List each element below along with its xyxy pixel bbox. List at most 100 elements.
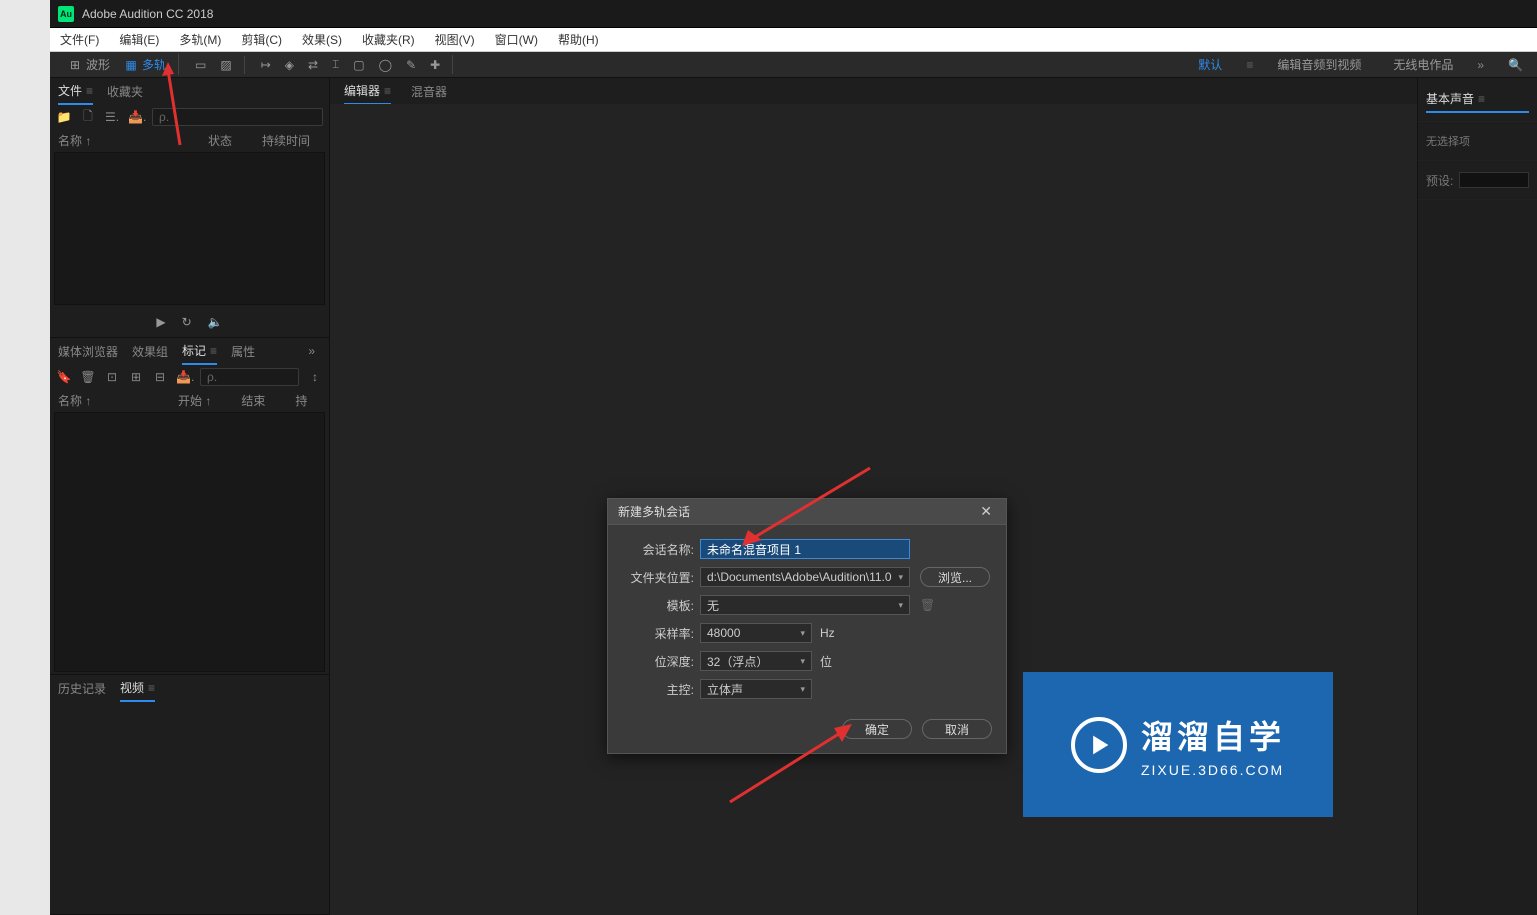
import-icon[interactable]: 📥. <box>128 110 144 124</box>
watermark-text: 溜溜自学 <box>1141 712 1285 758</box>
menu-multitrack[interactable]: 多轨(M) <box>169 27 231 52</box>
no-selection-label: 无选择项 <box>1426 130 1529 152</box>
tab-properties[interactable]: 属性 <box>231 339 255 364</box>
tool-slip-icon[interactable]: ⇄ <box>302 56 324 74</box>
marker-add-icon[interactable]: 🔖 <box>56 370 72 384</box>
workspace-edit-video[interactable]: 编辑音频到视频 <box>1269 54 1369 75</box>
tab-media-browser[interactable]: 媒体浏览器 <box>58 339 118 364</box>
tool-spectral-icon[interactable]: ▨ <box>214 56 237 74</box>
menu-favorites[interactable]: 收藏夹(R) <box>352 27 425 52</box>
tab-files[interactable]: 文件≡ <box>58 78 93 105</box>
template-dropdown[interactable]: 无▾ <box>700 595 910 615</box>
tool-brush-icon[interactable]: ✎ <box>400 56 422 74</box>
tab-markers[interactable]: 标记≡ <box>182 338 217 365</box>
tab-effects-rack[interactable]: 效果组 <box>132 339 168 364</box>
markers-list-body <box>54 412 325 672</box>
toolbar: ⊞ 波形 ▦ 多轨 ▭ ▨ ↦ ◈ ⇄ ⌶ ▢ ◯ ✎ ✚ 默认 ≡ 编辑音频到… <box>50 52 1537 78</box>
list-icon[interactable]: ☰. <box>104 110 120 124</box>
workspace-radio[interactable]: 无线电作品 <box>1385 54 1461 75</box>
col-duration[interactable]: 持续时间 <box>262 132 310 149</box>
left-column: 文件≡ 收藏夹 📁 🗋 ☰. 📥. ρ. 名称 ↑ 状态 持续时间 <box>50 78 330 915</box>
files-list-header: 名称 ↑ 状态 持续时间 <box>50 130 329 150</box>
play-icon[interactable]: ▶ <box>156 315 165 329</box>
search-icon[interactable]: 🔍 <box>1500 58 1531 72</box>
col-status[interactable]: 状态 <box>208 132 232 149</box>
master-dropdown[interactable]: 立体声▾ <box>700 679 812 699</box>
files-list-body <box>54 152 325 305</box>
files-panel: 文件≡ 收藏夹 📁 🗋 ☰. 📥. ρ. 名称 ↑ 状态 持续时间 <box>50 78 329 338</box>
tab-video[interactable]: 视频≡ <box>120 675 155 702</box>
marker-d-icon[interactable]: 📥. <box>176 370 192 384</box>
menu-edit[interactable]: 编辑(E) <box>109 27 169 52</box>
tool-heal-icon[interactable]: ✚ <box>424 56 446 74</box>
browse-button[interactable]: 浏览... <box>920 567 990 587</box>
preset-dropdown[interactable] <box>1459 172 1529 188</box>
autoplay-icon[interactable]: 🔈 <box>208 315 223 329</box>
waveform-mode-button[interactable]: ⊞ 波形 <box>62 54 116 75</box>
files-search-input[interactable]: ρ. <box>152 108 323 126</box>
marker-b-icon[interactable]: ⊞ <box>128 370 144 384</box>
bit-depth-unit: 位 <box>820 653 832 670</box>
menubar: 文件(F) 编辑(E) 多轨(M) 剪辑(C) 效果(S) 收藏夹(R) 视图(… <box>50 28 1537 52</box>
menu-view[interactable]: 视图(V) <box>425 27 485 52</box>
col-start[interactable]: 开始 ↑ <box>178 392 211 409</box>
cancel-button[interactable]: 取消 <box>922 719 992 739</box>
session-name-input[interactable] <box>700 539 910 559</box>
preview-controls: ▶ ↻ 🔈 <box>50 307 329 337</box>
folder-label: 文件夹位置: <box>622 569 694 586</box>
dialog-titlebar[interactable]: 新建多轨会话 ✕ <box>608 499 1006 525</box>
tab-history[interactable]: 历史记录 <box>58 676 106 701</box>
ok-button[interactable]: 确定 <box>842 719 912 739</box>
close-icon[interactable]: ✕ <box>976 503 996 520</box>
master-label: 主控: <box>622 681 694 698</box>
tab-essential-sound[interactable]: 基本声音≡ <box>1426 86 1529 113</box>
sample-rate-unit: Hz <box>820 626 835 640</box>
col-hold[interactable]: 持 <box>295 392 307 409</box>
preset-row: 预设: <box>1426 169 1529 191</box>
workspace-more-icon[interactable]: » <box>1477 58 1484 72</box>
right-column: 基本声音≡ 无选择项 预设: <box>1417 78 1537 915</box>
col-marker-name[interactable]: 名称 ↑ <box>58 392 148 409</box>
history-panel: 历史记录 视频≡ <box>50 675 329 915</box>
tool-marquee-icon[interactable]: ▢ <box>347 56 370 74</box>
menu-help[interactable]: 帮助(H) <box>548 27 609 52</box>
bit-depth-dropdown[interactable]: 32（浮点）▾ <box>700 651 812 671</box>
marker-sort-icon[interactable]: ↕ <box>307 370 323 384</box>
menu-clip[interactable]: 剪辑(C) <box>231 27 292 52</box>
folder-dropdown[interactable]: d:\Documents\Adobe\Audition\11.0▾ <box>700 567 910 587</box>
menu-lines-icon: ≡ <box>1246 58 1253 72</box>
tool-move-icon[interactable]: ↦ <box>255 56 277 74</box>
multitrack-mode-button[interactable]: ▦ 多轨 <box>118 54 172 75</box>
marker-trash-icon[interactable]: 🗑 <box>80 370 96 384</box>
multitrack-icon: ▦ <box>124 58 138 72</box>
menu-file[interactable]: 文件(F) <box>50 27 109 52</box>
open-file-icon[interactable]: 📁 <box>56 110 72 124</box>
tab-favorites[interactable]: 收藏夹 <box>107 79 143 104</box>
menu-window[interactable]: 窗口(W) <box>485 27 548 52</box>
markers-search-input[interactable]: ρ. <box>200 368 299 386</box>
marker-c-icon[interactable]: ⊟ <box>152 370 168 384</box>
workspace-default[interactable]: 默认 <box>1190 54 1230 75</box>
new-file-icon[interactable]: 🗋 <box>80 107 96 128</box>
tab-editor[interactable]: 编辑器≡ <box>344 78 391 105</box>
tool-razor-icon[interactable]: ◈ <box>279 56 300 74</box>
col-name[interactable]: 名称 ↑ <box>58 132 178 149</box>
panel-expand-icon[interactable]: » <box>302 344 321 358</box>
tab-mixer[interactable]: 混音器 <box>411 79 447 104</box>
waveform-icon: ⊞ <box>68 58 82 72</box>
titlebar: Au Adobe Audition CC 2018 <box>50 0 1537 28</box>
template-trash-icon[interactable]: 🗑 <box>920 598 935 612</box>
sample-rate-dropdown[interactable]: 48000▾ <box>700 623 812 643</box>
loop-icon[interactable]: ↻ <box>182 315 192 329</box>
template-label: 模板: <box>622 597 694 614</box>
menu-effects[interactable]: 效果(S) <box>292 27 352 52</box>
tool-lasso-icon[interactable]: ◯ <box>373 56 398 74</box>
marker-a-icon[interactable]: ⊡ <box>104 370 120 384</box>
col-end[interactable]: 结束 <box>241 392 265 409</box>
app-icon: Au <box>58 6 74 22</box>
tool-hud-icon[interactable]: ▭ <box>189 56 212 74</box>
tool-time-icon[interactable]: ⌶ <box>326 55 345 74</box>
watermark: 溜溜自学 ZIXUE.3D66.COM <box>1023 672 1333 817</box>
watermark-play-icon <box>1071 717 1127 773</box>
app-title: Adobe Audition CC 2018 <box>82 7 213 21</box>
